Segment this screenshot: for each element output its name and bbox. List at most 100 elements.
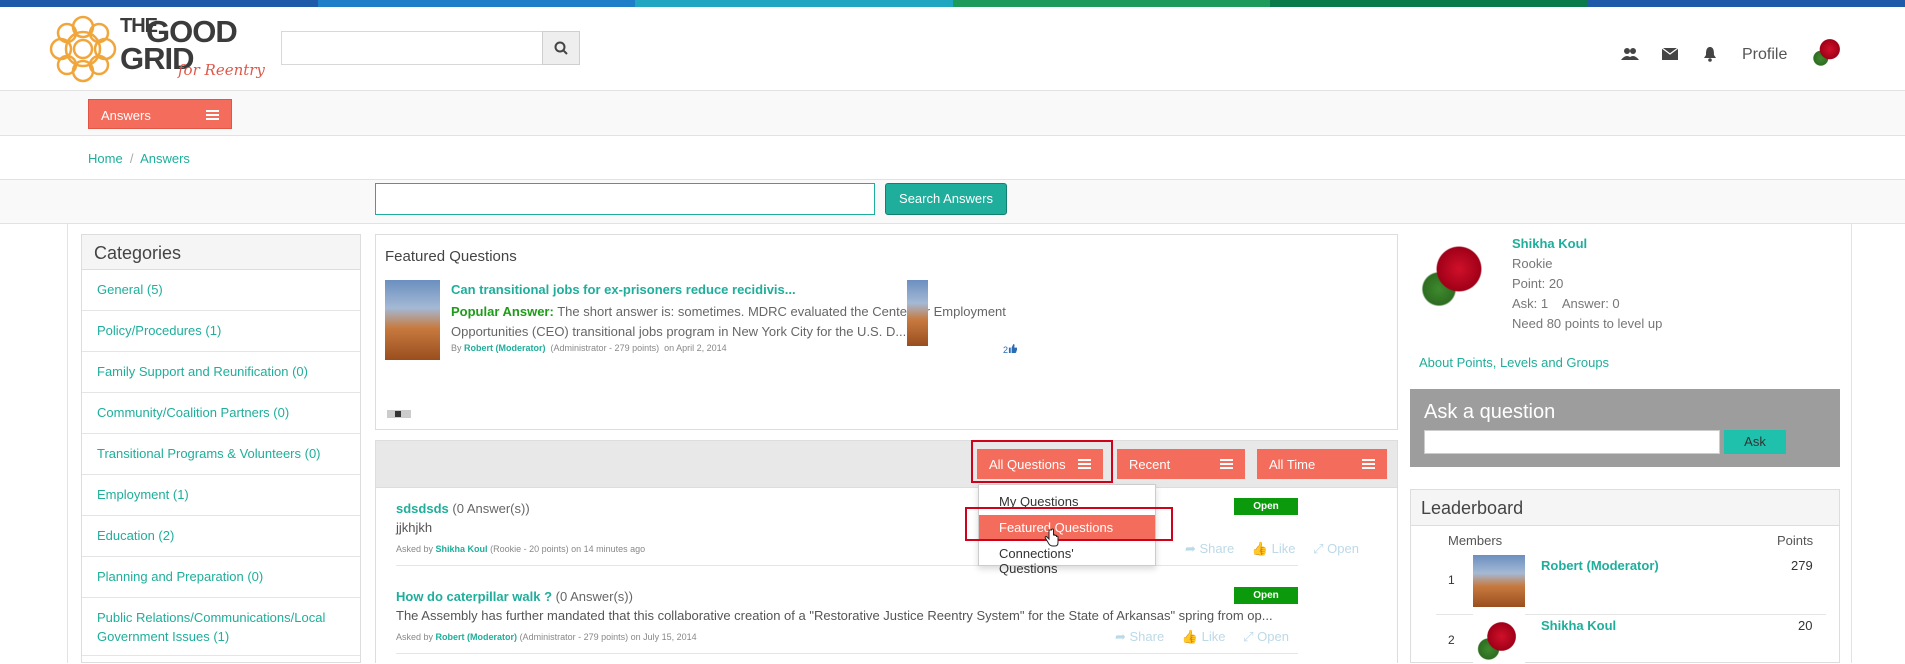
- user-name-link[interactable]: Shikha Koul: [1512, 236, 1587, 251]
- breadcrumb-band: [0, 136, 1905, 180]
- categories-title: Categories: [82, 235, 360, 270]
- category-item[interactable]: Policy/Procedures (1): [82, 311, 360, 352]
- category-item[interactable]: Planning and Preparation (0): [82, 557, 360, 598]
- asked-by-prefix: Asked by: [396, 632, 434, 642]
- all-time-label: All Time: [1269, 457, 1316, 472]
- bell-icon[interactable]: [1700, 46, 1720, 62]
- ask-button[interactable]: Ask: [1724, 430, 1786, 454]
- recent-filter[interactable]: Recent: [1117, 449, 1245, 479]
- popular-answer: Popular Answer: The short answer is: som…: [451, 302, 1021, 342]
- breadcrumb-current[interactable]: Answers: [140, 151, 190, 166]
- leaderboard-member-link[interactable]: Shikha Koul: [1541, 618, 1616, 633]
- question-title-link[interactable]: How do caterpillar walk ? (0 Answer(s)): [396, 589, 633, 604]
- question-byline: Asked by Robert (Moderator) (Administrat…: [396, 632, 697, 642]
- leaderboard-points: 279: [1791, 558, 1813, 573]
- category-item[interactable]: Community/Coalition Partners (0): [82, 393, 360, 434]
- answers-menu-label: Answers: [101, 108, 151, 123]
- top-color-stripe: [0, 0, 1905, 7]
- hand-cursor-icon: [1044, 528, 1059, 547]
- category-item[interactable]: Transitional Programs & Volunteers (0): [82, 434, 360, 475]
- profile-link[interactable]: Profile: [1742, 46, 1787, 64]
- asked-by-prefix: Asked by: [396, 544, 434, 554]
- answer-count: (0 Answer(s)): [452, 501, 530, 516]
- envelope-icon[interactable]: [1660, 46, 1680, 62]
- question-body: jjkhjkh: [396, 520, 433, 535]
- question-divider: [396, 565, 1298, 566]
- byline-prefix: By: [451, 343, 462, 353]
- featured-date: on April 2, 2014: [664, 343, 727, 353]
- categories-panel: Categories General (5) Policy/Procedures…: [81, 234, 361, 663]
- breadcrumb-home[interactable]: Home: [88, 151, 123, 166]
- leaderboard-avatar[interactable]: [1473, 555, 1525, 607]
- question-meta: (Rookie - 20 points) on 14 minutes ago: [490, 544, 646, 554]
- user-photo[interactable]: [1415, 233, 1495, 313]
- recent-label: Recent: [1129, 457, 1171, 472]
- question-actions: ➦ Share 👍 Like ⤢ Open: [1101, 629, 1289, 645]
- all-time-filter[interactable]: All Time: [1257, 449, 1387, 479]
- leaderboard-panel: Leaderboard Members Points 1 Robert (Mod…: [1410, 489, 1840, 664]
- category-item[interactable]: Employment (1): [82, 475, 360, 516]
- site-logo[interactable]: THE GOOD GRID for Reentry: [48, 13, 268, 87]
- menu-lines-icon: [1362, 459, 1375, 469]
- ask-question-title: Ask a question: [1424, 401, 1556, 423]
- answer-search-input[interactable]: [375, 183, 875, 215]
- user-level: Rookie: [1512, 256, 1553, 271]
- featured-author-link[interactable]: Robert (Moderator): [464, 343, 546, 353]
- leaderboard-avatar[interactable]: [1473, 614, 1525, 664]
- breadcrumb-separator: /: [129, 151, 134, 166]
- share-button[interactable]: ➦ Share: [1115, 629, 1164, 644]
- open-button[interactable]: ⤢ Open: [1313, 541, 1359, 556]
- category-item[interactable]: Education (2): [82, 516, 360, 557]
- leaderboard-points-header: Points: [1777, 533, 1814, 548]
- nav-band: [0, 91, 1905, 136]
- featured-questions-panel: Featured Questions Can transitional jobs…: [375, 234, 1398, 430]
- like-button[interactable]: 👍 Like: [1252, 541, 1296, 556]
- featured-title: Featured Questions: [385, 248, 517, 265]
- featured-question-link[interactable]: Can transitional jobs for ex-prisoners r…: [451, 282, 796, 297]
- next-slide-photo[interactable]: [907, 280, 928, 346]
- question-author-link[interactable]: Shikha Koul: [436, 544, 488, 554]
- category-item[interactable]: General (5): [82, 270, 360, 311]
- site-search-button[interactable]: [542, 31, 580, 65]
- user-level-progress: Need 80 points to level up: [1512, 316, 1663, 331]
- leaderboard-members-header: Members: [1448, 533, 1503, 548]
- popular-answer-label: Popular Answer:: [451, 304, 554, 319]
- logo-tagline: for Reentry: [178, 61, 265, 79]
- question-body: The Assembly has further mandated that t…: [396, 608, 1273, 623]
- question-author-link[interactable]: Robert (Moderator): [436, 632, 518, 642]
- answers-menu-button[interactable]: Answers: [88, 99, 232, 129]
- category-item[interactable]: Public Relations/Communications/Local Go…: [82, 598, 360, 656]
- question-meta: (Administrator - 279 points) on July 15,…: [519, 632, 697, 642]
- like-button[interactable]: 👍 Like: [1182, 629, 1226, 644]
- menu-lines-icon: [1220, 459, 1233, 469]
- question-actions: ➦ Share 👍 Like ⤢ Open: [1171, 541, 1359, 557]
- question-byline: Asked by Shikha Koul (Rookie - 20 points…: [396, 544, 645, 554]
- users-icon[interactable]: [1620, 46, 1640, 62]
- status-badge: Open: [1234, 587, 1298, 604]
- featured-author-meta: (Administrator - 279 points): [550, 343, 660, 353]
- logo-flower-icon: [49, 15, 117, 83]
- featured-byline: By Robert (Moderator) (Administrator - 2…: [451, 343, 727, 353]
- site-search-input[interactable]: [281, 31, 543, 65]
- leaderboard-title: Leaderboard: [1411, 490, 1839, 526]
- category-item[interactable]: Family Support and Reunification (0): [82, 352, 360, 393]
- status-badge: Open: [1234, 498, 1298, 515]
- search-answers-button[interactable]: Search Answers: [885, 183, 1007, 215]
- search-icon: [554, 41, 568, 55]
- menu-lines-icon: [206, 110, 219, 120]
- question-title: How do caterpillar walk ?: [396, 589, 553, 604]
- site-header: THE GOOD GRID for Reentry Profile: [0, 7, 1905, 91]
- question-title-link[interactable]: sdsdsds (0 Answer(s)): [396, 501, 530, 516]
- question-divider: [396, 653, 1298, 654]
- carousel-pager[interactable]: [387, 410, 411, 418]
- share-button[interactable]: ➦ Share: [1185, 541, 1234, 556]
- featured-like-count[interactable]: 2: [1003, 344, 1018, 355]
- ask-question-input[interactable]: [1424, 430, 1720, 454]
- open-button[interactable]: ⤢ Open: [1243, 629, 1289, 644]
- thumbs-up-icon: [1008, 344, 1018, 353]
- user-avatar[interactable]: [1810, 33, 1846, 69]
- about-points-link[interactable]: About Points, Levels and Groups: [1419, 355, 1609, 370]
- user-points: Point: 20: [1512, 276, 1564, 291]
- leaderboard-member-link[interactable]: Robert (Moderator): [1541, 558, 1659, 573]
- dropdown-connections-questions[interactable]: Connections' Questions: [979, 541, 1155, 576]
